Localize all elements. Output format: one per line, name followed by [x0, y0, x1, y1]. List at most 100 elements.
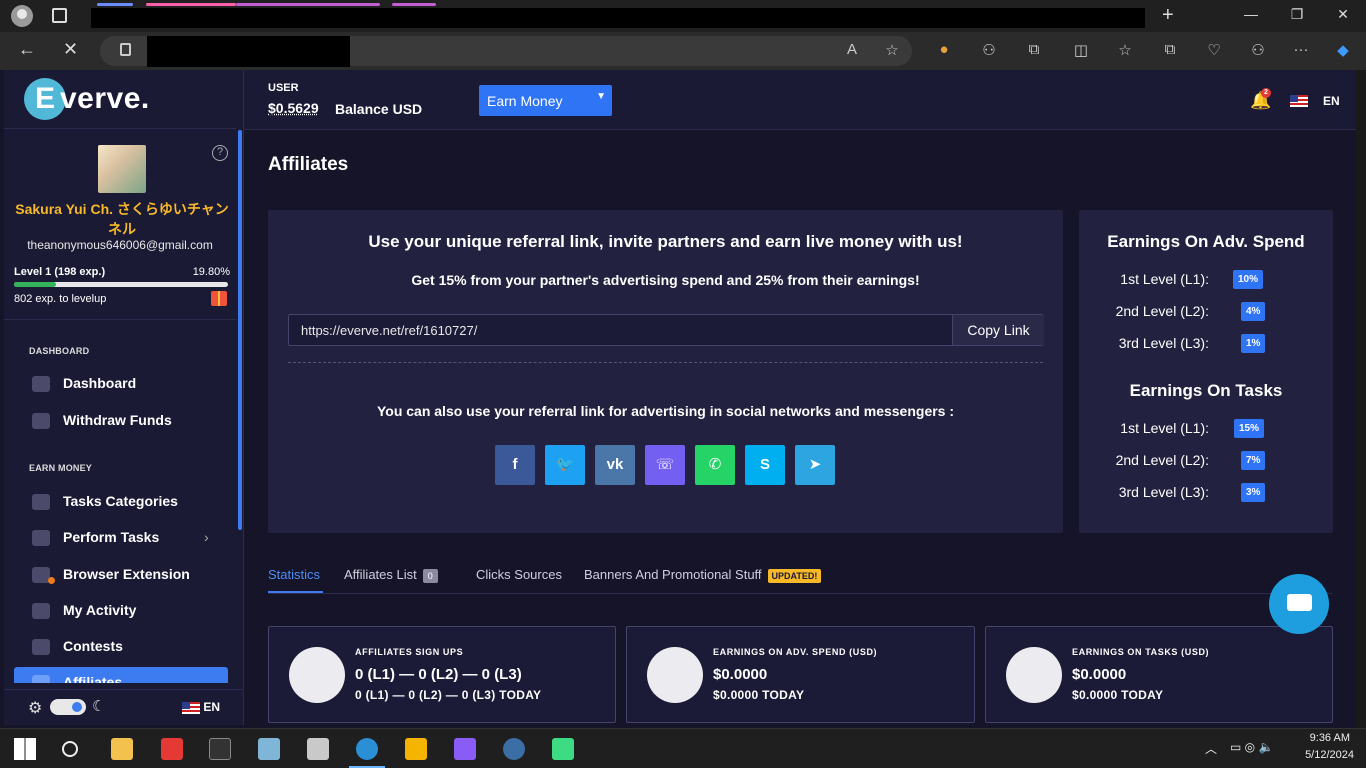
sidebar-item-withdraw[interactable]: Withdraw Funds — [14, 405, 228, 437]
extensions-icon[interactable]: ⧉ — [1024, 41, 1044, 61]
copilot-icon[interactable]: ◆ — [1333, 41, 1353, 61]
tab-actions-icon[interactable] — [52, 8, 67, 23]
clock-date[interactable]: 5/12/2024 — [1290, 749, 1354, 761]
skype-share-button[interactable]: S — [745, 445, 785, 485]
collections-icon[interactable]: ⧉ — [1160, 41, 1180, 61]
terminal-icon[interactable] — [209, 738, 231, 760]
referral-link-field[interactable]: https://everve.net/ref/1610727/ Copy Lin… — [288, 314, 1044, 346]
stat-card-signups: AFFILIATES SIGN UPS 0 (L1) — 0 (L2) — 0 … — [268, 626, 616, 723]
chat-launcher-button[interactable] — [1269, 574, 1329, 634]
logo-text: verve. — [60, 82, 150, 115]
gift-icon[interactable] — [211, 291, 227, 306]
extension-color-icon[interactable]: ● — [934, 41, 954, 61]
level-label: 2nd Level (L2): — [1115, 303, 1209, 319]
twitter-share-button[interactable]: 🐦 — [545, 445, 585, 485]
whatsapp-share-button[interactable]: ✆ — [695, 445, 735, 485]
app-icon[interactable] — [307, 738, 329, 760]
browser-essentials-icon[interactable]: ♡ — [1204, 41, 1224, 61]
sidebar-item-browser-extension[interactable]: Browser Extension — [14, 559, 228, 591]
windows-taskbar: ︿ ▭ ◎ 🔈 9:36 AM 5/12/2024 — [0, 728, 1366, 768]
balance-value[interactable]: $0.5629 — [268, 100, 319, 116]
tab-clicks-sources[interactable]: Clicks Sources — [476, 567, 562, 582]
app-icon[interactable] — [405, 738, 427, 760]
edge-icon[interactable] — [356, 738, 378, 760]
browser-scrollbar[interactable] — [1356, 70, 1366, 728]
tab-affiliates-list[interactable]: Affiliates List 0 — [344, 567, 438, 583]
user-label: USER — [268, 82, 299, 94]
sidebar-item-contests[interactable]: Contests — [14, 631, 228, 663]
extension-glasses-icon[interactable]: ⚇ — [979, 41, 999, 61]
percent-badge: 10% — [1233, 270, 1264, 289]
favorite-star-icon[interactable]: ☆ — [882, 41, 902, 61]
copy-link-button[interactable]: Copy Link — [952, 315, 1044, 345]
tab-banners[interactable]: Banners And Promotional Stuff UPDATED! — [584, 567, 822, 583]
facebook-share-button[interactable]: f — [495, 445, 535, 485]
stat-card-tasks: EARNINGS ON TASKS (USD) $0.0000 $0.0000 … — [985, 626, 1333, 723]
sidebar-item-affiliates[interactable]: Affiliates — [14, 667, 228, 683]
activity-icon — [32, 603, 50, 619]
language-label[interactable]: EN — [1323, 94, 1340, 108]
wps-office-icon[interactable] — [161, 738, 183, 760]
android-studio-icon[interactable] — [552, 738, 574, 760]
viber-icon: ☏ — [655, 456, 675, 473]
tray-chevron-icon[interactable]: ︿ — [1205, 740, 1217, 757]
tab-statistics[interactable]: Statistics — [268, 567, 320, 582]
chevron-right-icon: › — [204, 529, 209, 545]
tab-label: Affiliates List — [344, 567, 417, 582]
restore-button[interactable]: ❐ — [1282, 6, 1312, 23]
stat-title: EARNINGS ON ADV. SPEND (USD) — [713, 647, 878, 657]
split-screen-icon[interactable]: ◫ — [1071, 41, 1091, 61]
favorites-icon[interactable]: ☆ — [1115, 41, 1135, 61]
stat-today: 0 (L1) — 0 (L2) — 0 (L3) TODAY — [355, 688, 542, 702]
sidebar-item-dashboard[interactable]: Dashboard — [14, 368, 228, 400]
close-window-button[interactable]: ✕ — [1328, 6, 1358, 23]
viber-share-button[interactable]: ☏ — [645, 445, 685, 485]
search-icon[interactable] — [62, 741, 78, 757]
file-explorer-icon[interactable] — [111, 738, 133, 760]
tasks-title: Earnings On Tasks — [1129, 381, 1283, 400]
sidebar-item-label: Perform Tasks — [63, 529, 160, 545]
back-button[interactable]: ← — [18, 39, 36, 60]
app-icon[interactable] — [503, 738, 525, 760]
twitter-icon: 🐦 — [555, 456, 575, 473]
theme-toggle[interactable] — [50, 699, 86, 715]
sidebar-scrollbar[interactable] — [238, 130, 242, 530]
vk-share-button[interactable]: vk — [595, 445, 635, 485]
level-label: 1st Level (L1): — [1120, 420, 1209, 436]
moon-icon: ☾ — [92, 698, 106, 715]
sidebar-item-perform-tasks[interactable]: Perform Tasks › — [14, 522, 228, 554]
sidebar-item-label: Withdraw Funds — [63, 412, 172, 428]
stat-title: AFFILIATES SIGN UPS — [355, 647, 464, 657]
adv-level-row: 1st Level (L1): 10% — [1079, 270, 1333, 290]
sidebar-item-my-activity[interactable]: My Activity — [14, 595, 228, 627]
minimize-button[interactable]: — — [1236, 6, 1266, 22]
earnings-rates-card: Earnings On Adv. Spend 1st Level (L1): 10… — [1079, 210, 1333, 533]
sidebar-scroll-area: ? Sakura Yui Ch. さくらゆいチャンネル theanonymous… — [4, 128, 236, 683]
home-icon — [32, 376, 50, 392]
language-selector[interactable]: EN — [182, 700, 220, 714]
avatar[interactable] — [98, 145, 146, 193]
gear-icon[interactable]: ⚙ — [28, 698, 42, 718]
tray-icons[interactable]: ▭ ◎ 🔈 — [1230, 740, 1273, 754]
more-menu-icon[interactable]: ··· — [1291, 41, 1311, 61]
stat-value: 0 (L1) — 0 (L2) — 0 (L3) — [355, 666, 522, 683]
new-tab-button[interactable]: + — [1162, 4, 1174, 27]
telegram-share-button[interactable]: ➤ — [795, 445, 835, 485]
wallet-icon — [32, 413, 50, 429]
us-flag-icon[interactable] — [1290, 95, 1308, 107]
app-icon[interactable] — [454, 738, 476, 760]
updated-badge: UPDATED! — [767, 569, 822, 583]
clock-time[interactable]: 9:36 AM — [1290, 732, 1350, 744]
windows-start-icon[interactable] — [14, 738, 36, 760]
level-progress-bar — [14, 282, 228, 287]
notepad-icon[interactable] — [258, 738, 280, 760]
adv-level-row: 2nd Level (L2): 4% — [1079, 302, 1333, 322]
profile-avatar-icon[interactable] — [11, 5, 33, 27]
sidebar-item-tasks-categories[interactable]: Tasks Categories — [14, 486, 228, 518]
stop-loading-button[interactable]: ✕ — [63, 39, 78, 60]
earn-money-select[interactable]: Earn Money ▼ — [479, 85, 612, 116]
read-aloud-icon[interactable]: A — [842, 41, 862, 61]
help-icon[interactable]: ? — [212, 145, 228, 161]
profile-sync-icon[interactable]: ⚇ — [1248, 41, 1268, 61]
thumbs-up-icon — [32, 530, 50, 546]
